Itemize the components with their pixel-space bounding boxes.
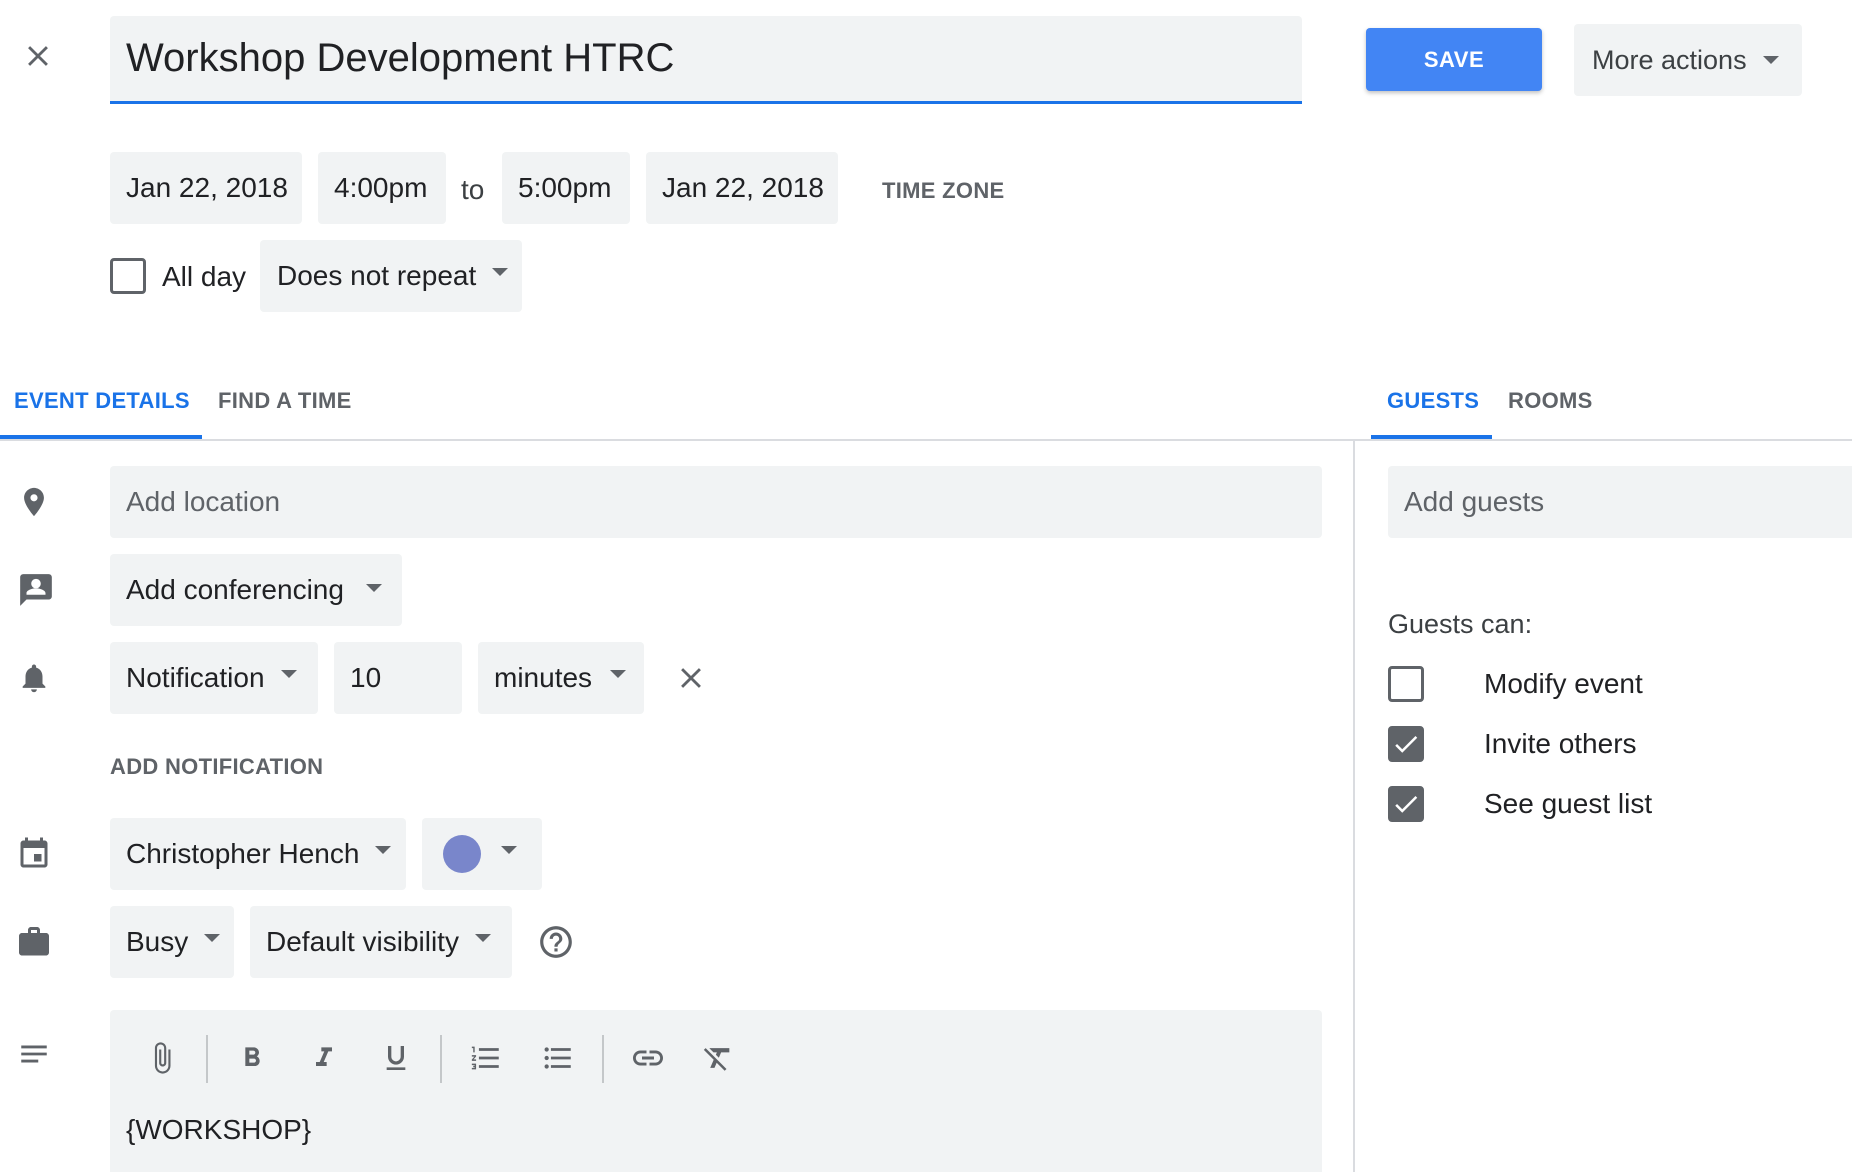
add-guests-placeholder: Add guests bbox=[1404, 486, 1545, 517]
notification-type-value: Notification bbox=[126, 662, 265, 693]
save-button[interactable]: SAVE bbox=[1366, 28, 1542, 91]
tabs-divider bbox=[0, 439, 1852, 441]
notification-amount-value: 10 bbox=[350, 662, 382, 693]
repeat-dropdown[interactable]: Does not repeat bbox=[260, 240, 522, 312]
notification-unit-value: minutes bbox=[494, 662, 593, 693]
location-pin-icon bbox=[14, 478, 54, 526]
remove-notification-icon[interactable] bbox=[668, 654, 714, 702]
all-day-label: All day bbox=[162, 261, 247, 292]
bold-icon[interactable] bbox=[232, 1034, 272, 1082]
event-color-dropdown[interactable] bbox=[422, 818, 542, 890]
clear-formatting-icon[interactable] bbox=[698, 1034, 738, 1082]
tab-find-a-time[interactable]: FIND A TIME bbox=[218, 388, 352, 414]
to-label: to bbox=[461, 174, 485, 205]
chevron-down-icon bbox=[365, 584, 382, 592]
chevron-down-icon bbox=[492, 268, 509, 276]
notification-type-dropdown[interactable]: Notification bbox=[110, 642, 318, 714]
toolbar-separator bbox=[440, 1035, 442, 1083]
column-divider bbox=[1353, 441, 1355, 1172]
visibility-dropdown[interactable]: Default visibility bbox=[250, 906, 512, 978]
end-date-text: Jan 22, 2018 bbox=[662, 172, 824, 203]
visibility-value: Default visibility bbox=[266, 926, 459, 957]
calendar-icon bbox=[14, 830, 54, 878]
event-title-input[interactable]: Workshop Development HTRC bbox=[110, 16, 1302, 104]
numbered-list-icon[interactable] bbox=[466, 1034, 506, 1082]
chevron-down-icon bbox=[204, 934, 221, 942]
modify-event-label: Modify event bbox=[1484, 668, 1643, 699]
conferencing-dropdown[interactable]: Add conferencing bbox=[110, 554, 402, 626]
tab-guests[interactable]: GUESTS bbox=[1387, 388, 1479, 414]
bell-icon bbox=[14, 654, 54, 702]
event-title-text: Workshop Development HTRC bbox=[126, 36, 675, 80]
chevron-down-icon bbox=[610, 670, 627, 678]
start-time-text: 4:00pm bbox=[334, 172, 428, 203]
close-icon[interactable] bbox=[14, 32, 62, 80]
time-zone-button[interactable]: TIME ZONE bbox=[882, 178, 1004, 204]
more-actions-button[interactable]: More actions bbox=[1574, 24, 1802, 96]
see-guest-list-checkbox[interactable] bbox=[1388, 786, 1424, 822]
end-time-field[interactable]: 5:00pm bbox=[502, 152, 630, 224]
help-icon[interactable] bbox=[534, 918, 578, 966]
link-icon[interactable] bbox=[626, 1034, 670, 1082]
save-button-label: SAVE bbox=[1423, 46, 1485, 72]
start-date-field[interactable]: Jan 22, 2018 bbox=[110, 152, 302, 224]
calendar-owner-dropdown[interactable]: Christopher Hench bbox=[110, 818, 406, 890]
checkmark-icon bbox=[1395, 735, 1418, 753]
modify-event-checkbox[interactable] bbox=[1388, 666, 1424, 702]
toolbar-separator bbox=[602, 1035, 604, 1083]
all-day-checkbox[interactable] bbox=[110, 258, 146, 294]
see-guest-list-label: See guest list bbox=[1484, 788, 1653, 819]
conferencing-icon bbox=[14, 566, 58, 614]
start-date-text: Jan 22, 2018 bbox=[126, 172, 288, 203]
add-notification-button[interactable]: ADD NOTIFICATION bbox=[110, 754, 323, 780]
calendar-owner-value: Christopher Hench bbox=[126, 838, 360, 869]
add-guests-input[interactable]: Add guests bbox=[1388, 466, 1852, 538]
guest-permissions-heading: Guests can: bbox=[1388, 609, 1533, 639]
repeat-value: Does not repeat bbox=[277, 260, 477, 291]
conferencing-label: Add conferencing bbox=[126, 574, 344, 605]
location-input[interactable]: Add location bbox=[110, 466, 1322, 538]
chevron-down-icon bbox=[501, 846, 517, 854]
description-text: {WORKSHOP} bbox=[126, 1114, 312, 1145]
location-placeholder: Add location bbox=[126, 486, 281, 517]
invite-others-label: Invite others bbox=[1484, 728, 1637, 759]
notification-amount-input[interactable]: 10 bbox=[334, 642, 462, 714]
invite-others-checkbox[interactable] bbox=[1388, 726, 1424, 762]
chevron-down-icon bbox=[474, 934, 491, 942]
tab-rooms[interactable]: ROOMS bbox=[1508, 388, 1593, 414]
availability-dropdown[interactable]: Busy bbox=[110, 906, 234, 978]
more-actions-label: More actions bbox=[1592, 44, 1747, 75]
chevron-down-icon bbox=[1762, 56, 1779, 64]
chevron-down-icon bbox=[280, 670, 297, 678]
attachment-icon[interactable] bbox=[142, 1034, 182, 1082]
end-time-text: 5:00pm bbox=[518, 172, 612, 203]
checkmark-icon bbox=[1395, 795, 1418, 813]
notification-unit-dropdown[interactable]: minutes bbox=[478, 642, 644, 714]
start-time-field[interactable]: 4:00pm bbox=[318, 152, 446, 224]
chevron-down-icon bbox=[375, 846, 392, 854]
event-color-swatch bbox=[443, 835, 481, 873]
briefcase-icon bbox=[14, 918, 54, 966]
tab-event-details[interactable]: EVENT DETAILS bbox=[14, 388, 190, 414]
underline-icon[interactable] bbox=[376, 1034, 416, 1082]
toolbar-separator bbox=[206, 1035, 208, 1083]
bulleted-list-icon[interactable] bbox=[538, 1034, 578, 1082]
availability-value: Busy bbox=[126, 926, 189, 957]
end-date-field[interactable]: Jan 22, 2018 bbox=[646, 152, 838, 224]
description-icon bbox=[14, 1030, 54, 1078]
italic-icon[interactable] bbox=[304, 1034, 344, 1082]
